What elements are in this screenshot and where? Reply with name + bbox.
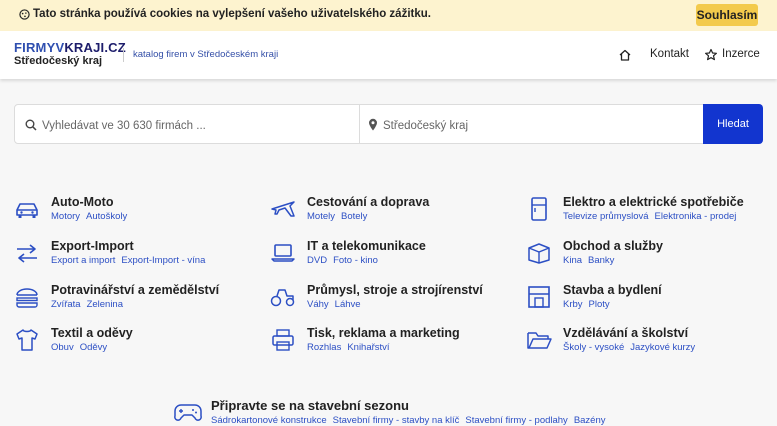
site-logo[interactable]: FIRMYVKRAJI.CZ [14, 40, 126, 55]
food-icon [16, 288, 38, 308]
category-title[interactable]: Cestování a doprava [307, 195, 429, 209]
cookie-text: Tato stránka používá cookies na vylepšen… [33, 8, 431, 20]
category-link[interactable]: Foto - kino [333, 255, 378, 266]
printer-icon [272, 329, 294, 351]
category-link[interactable]: Botely [341, 211, 367, 222]
search-separator [359, 105, 360, 143]
home-icon[interactable] [618, 48, 632, 62]
category-title[interactable]: Elektro a elektrické spotřebiče [563, 195, 744, 209]
promo-title: Připravte se na stavební sezonu [211, 398, 409, 413]
category-links: Školy - vysoké Jazykové kurzy [563, 342, 701, 353]
cookie-message: Tato stránka používá cookies na vylepšen… [19, 8, 431, 20]
logo-part-1: FIRMYV [14, 40, 65, 55]
category-link[interactable]: Elektronika - prodej [655, 211, 737, 222]
exchange-icon [17, 244, 37, 263]
category-link[interactable]: Televize průmyslová [563, 211, 649, 222]
category-links: Krby Ploty [563, 299, 616, 310]
category-title[interactable]: Auto-Moto [51, 195, 113, 209]
promo-links: Sádrokartonové konstrukce Stavební firmy … [211, 415, 612, 426]
category-title[interactable]: Obchod a služby [563, 239, 663, 253]
category-title[interactable]: IT a telekomunikace [307, 239, 426, 253]
category-links: Rozhlas Knihařství [307, 342, 396, 353]
fridge-icon [531, 197, 547, 221]
cookie-accept-button[interactable]: Souhlasím [696, 4, 758, 26]
region-name: Středočeský kraj [14, 55, 103, 67]
map-pin-icon [369, 118, 377, 131]
category-link[interactable]: Autoškoly [86, 211, 127, 222]
category-link[interactable]: Export-Import - vína [121, 255, 205, 266]
location-input[interactable] [381, 115, 705, 137]
category-link[interactable]: Krby [563, 299, 583, 310]
header-divider [123, 48, 124, 62]
category-link[interactable]: Zelenina [87, 299, 123, 310]
car-icon [16, 203, 38, 218]
promo-link[interactable]: Sádrokartonové konstrukce [211, 415, 327, 426]
category-links: Export a import Export-Import - vína [51, 255, 211, 266]
category-title[interactable]: Stavba a bydlení [563, 283, 662, 297]
category-title[interactable]: Tisk, reklama a marketing [307, 326, 460, 340]
category-link[interactable]: Motory [51, 211, 80, 222]
category-link[interactable]: Kina [563, 255, 582, 266]
search-icon [25, 119, 37, 131]
category-link[interactable]: Ploty [589, 299, 610, 310]
category-link[interactable]: Rozhlas [307, 342, 341, 353]
category-link[interactable]: Školy - vysoké [563, 342, 624, 353]
category-title[interactable]: Vzdělávání a školství [563, 326, 688, 340]
building-icon [528, 286, 550, 308]
category-link[interactable]: Export a import [51, 255, 115, 266]
category-links: DVD Foto - kino [307, 255, 384, 266]
category-title[interactable]: Textil a oděvy [51, 326, 133, 340]
nav-kontakt-link[interactable]: Kontakt [650, 48, 689, 60]
plane-icon [271, 201, 295, 217]
cookie-icon [19, 8, 30, 20]
category-link[interactable]: Jazykové kurzy [630, 342, 695, 353]
category-links: Motely Botely [307, 211, 373, 222]
cookie-bar: Tato stránka používá cookies na vylepšen… [0, 0, 777, 31]
gamepad-icon [174, 404, 202, 421]
search-bar: Hledat [14, 104, 763, 144]
box-icon [528, 243, 550, 264]
tshirt-icon [16, 329, 38, 351]
category-link[interactable]: Banky [588, 255, 614, 266]
category-links: Motory Autoškoly [51, 211, 133, 222]
category-link[interactable]: Knihařství [347, 342, 389, 353]
search-button[interactable]: Hledat [703, 104, 763, 144]
category-link[interactable]: Zvířata [51, 299, 81, 310]
promo-link[interactable]: Stavební firmy - podlahy [465, 415, 567, 426]
promo-link[interactable]: Bazény [574, 415, 606, 426]
category-link[interactable]: Oděvy [80, 342, 107, 353]
category-links: Zvířata Zelenina [51, 299, 129, 310]
category-link[interactable]: Motely [307, 211, 335, 222]
category-links: Obuv Oděvy [51, 342, 113, 353]
search-input[interactable] [40, 115, 359, 137]
laptop-icon [271, 244, 295, 262]
category-link[interactable]: DVD [307, 255, 327, 266]
logo-part-2: KRAJI.CZ [64, 40, 126, 55]
site-header: FIRMYVKRAJI.CZ Středočeský kraj katalog … [0, 31, 777, 79]
tagline: katalog firem v Středočeském kraji [133, 49, 279, 60]
folder-icon [527, 332, 552, 349]
tractor-icon [270, 289, 295, 307]
category-links: Televize průmyslová Elektronika - prodej [563, 211, 742, 222]
category-link[interactable]: Obuv [51, 342, 74, 353]
category-title[interactable]: Průmysl, stroje a strojírenství [307, 283, 483, 297]
category-link[interactable]: Láhve [335, 299, 361, 310]
category-links: Kina Banky [563, 255, 620, 266]
category-title[interactable]: Potravinářství a zemědělství [51, 283, 219, 297]
nav-inzerce-link[interactable]: Inzerce [722, 48, 760, 60]
promo-link[interactable]: Stavební firmy - stavby na klíč [333, 415, 460, 426]
category-link[interactable]: Váhy [307, 299, 329, 310]
star-icon[interactable] [704, 48, 718, 62]
category-title[interactable]: Export-Import [51, 239, 134, 253]
category-links: Váhy Láhve [307, 299, 367, 310]
